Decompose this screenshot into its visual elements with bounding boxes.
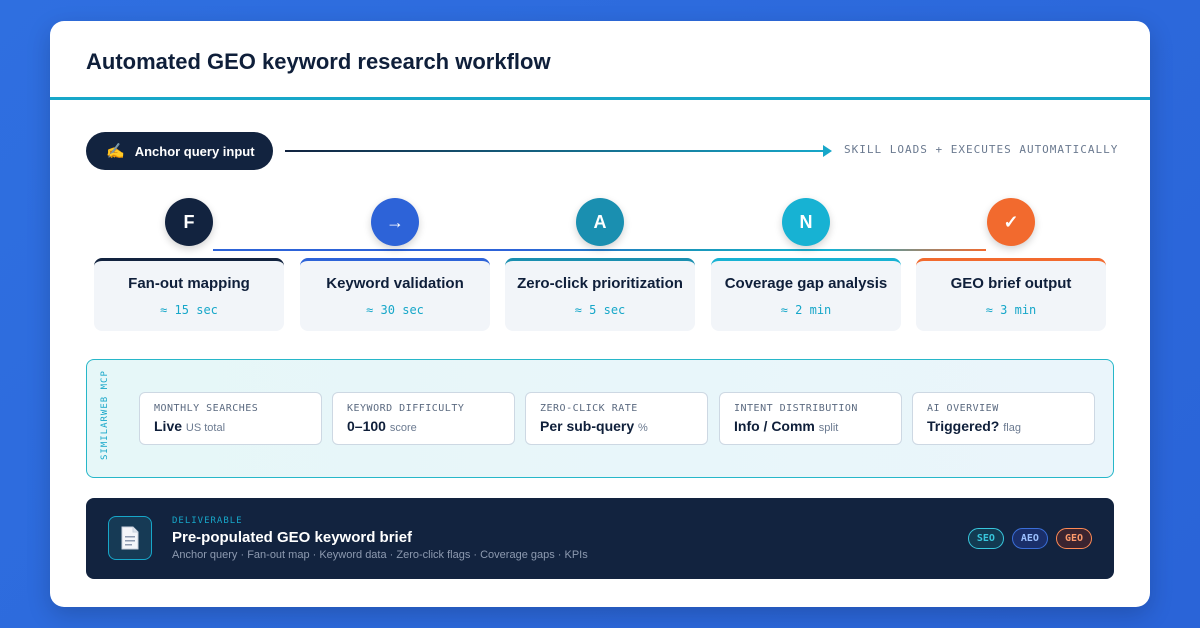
metric-card: MONTHLY SEARCHES Live US total <box>139 392 322 445</box>
metric-value-row: Live US total <box>154 418 307 434</box>
anchor-query-label: Anchor query input <box>134 143 255 159</box>
step-name: Keyword validation <box>326 275 464 292</box>
deliverable-subtitle: Anchor query · Fan-out map · Keyword dat… <box>172 549 588 561</box>
step-geo-brief-output: ✓ GEO brief output ≈ 3 min <box>916 198 1106 332</box>
step-box: Keyword validation ≈ 30 sec <box>300 258 490 331</box>
tag-geo: GEO <box>1055 528 1092 549</box>
metric-card: AI OVERVIEW Triggered? flag <box>912 392 1095 445</box>
metric-value: Per sub-query <box>540 418 635 434</box>
mcp-label: SIMILARWEB MCP <box>100 370 110 460</box>
step-fan-out-mapping: F Fan-out mapping ≈ 15 sec <box>94 198 284 332</box>
document-icon <box>108 516 152 560</box>
metric-unit: flag <box>1003 422 1021 434</box>
metric-unit: % <box>638 422 648 434</box>
metric-value: Triggered? <box>927 418 1000 434</box>
tag-seo: SEO <box>967 528 1004 549</box>
step-coverage-gap-analysis: N Coverage gap analysis ≈ 2 min <box>711 198 901 332</box>
metric-value-row: Info / Comm split <box>734 418 887 434</box>
metric-value: Info / Comm <box>734 418 815 434</box>
step-name: Zero-click prioritization <box>517 275 683 292</box>
metric-value: 0–100 <box>347 418 386 434</box>
deliverable-panel: DELIVERABLE Pre-populated GEO keyword br… <box>86 498 1114 579</box>
metric-unit: US total <box>185 422 226 434</box>
step-box: GEO brief output ≈ 3 min <box>916 258 1106 331</box>
metric-unit: score <box>389 422 417 434</box>
anchor-query-input-button[interactable]: ✍ Anchor query input <box>86 132 273 170</box>
arrow-right-icon <box>823 145 832 157</box>
similarweb-mcp-panel: SIMILARWEB MCP MONTHLY SEARCHES Live US … <box>86 359 1114 478</box>
deliverable-eyebrow: DELIVERABLE <box>172 516 243 526</box>
metric-value-row: Per sub-query % <box>540 418 693 434</box>
page-title: Automated GEO keyword research workflow <box>86 49 551 74</box>
step-circle: ✓ <box>987 198 1035 246</box>
metric-label: ZERO-CLICK RATE <box>540 403 638 414</box>
metric-label: AI OVERVIEW <box>927 403 999 414</box>
tag-aeo: AEO <box>1011 528 1048 549</box>
workflow-card: Automated GEO keyword research workflow … <box>50 21 1150 607</box>
metric-label: KEYWORD DIFFICULTY <box>347 403 465 414</box>
step-circle: F <box>165 198 213 246</box>
header: Automated GEO keyword research workflow <box>50 21 1150 100</box>
step-keyword-validation: → Keyword validation ≈ 30 sec <box>300 198 490 332</box>
metric-card: ZERO-CLICK RATE Per sub-query % <box>525 392 708 445</box>
step-circle: → <box>371 198 419 246</box>
flow-arrow-line <box>285 150 825 152</box>
step-time: ≈ 15 sec <box>160 303 218 317</box>
metric-value-row: Triggered? flag <box>927 418 1080 434</box>
metric-value: Live <box>154 418 183 434</box>
step-time: ≈ 30 sec <box>366 303 424 317</box>
step-time: ≈ 5 sec <box>574 303 626 317</box>
metric-card: INTENT DISTRIBUTION Info / Comm split <box>719 392 902 445</box>
step-time: ≈ 3 min <box>985 303 1037 317</box>
step-circle: N <box>782 198 830 246</box>
metric-label: INTENT DISTRIBUTION <box>734 403 858 414</box>
auto-execution-note: SKILL LOADS + EXECUTES AUTOMATICALLY <box>844 143 1119 156</box>
writing-hand-icon: ✍ <box>106 143 125 160</box>
deliverable-title: Pre-populated GEO keyword brief <box>172 529 413 546</box>
step-zero-click-prioritization: A Zero-click prioritization ≈ 5 sec <box>505 198 695 332</box>
step-box: Zero-click prioritization ≈ 5 sec <box>505 258 695 331</box>
step-time: ≈ 2 min <box>780 303 832 317</box>
metric-card: KEYWORD DIFFICULTY 0–100 score <box>332 392 515 445</box>
metric-unit: split <box>818 422 839 434</box>
step-name: Fan-out mapping <box>128 275 250 292</box>
step-box: Fan-out mapping ≈ 15 sec <box>94 258 284 331</box>
metric-value-row: 0–100 score <box>347 418 500 434</box>
step-circle: A <box>576 198 624 246</box>
deliverable-tags: SEO AEO GEO <box>967 528 1092 549</box>
step-name: GEO brief output <box>950 275 1072 292</box>
step-box: Coverage gap analysis ≈ 2 min <box>711 258 901 331</box>
step-name: Coverage gap analysis <box>724 275 888 292</box>
metric-label: MONTHLY SEARCHES <box>154 403 259 414</box>
